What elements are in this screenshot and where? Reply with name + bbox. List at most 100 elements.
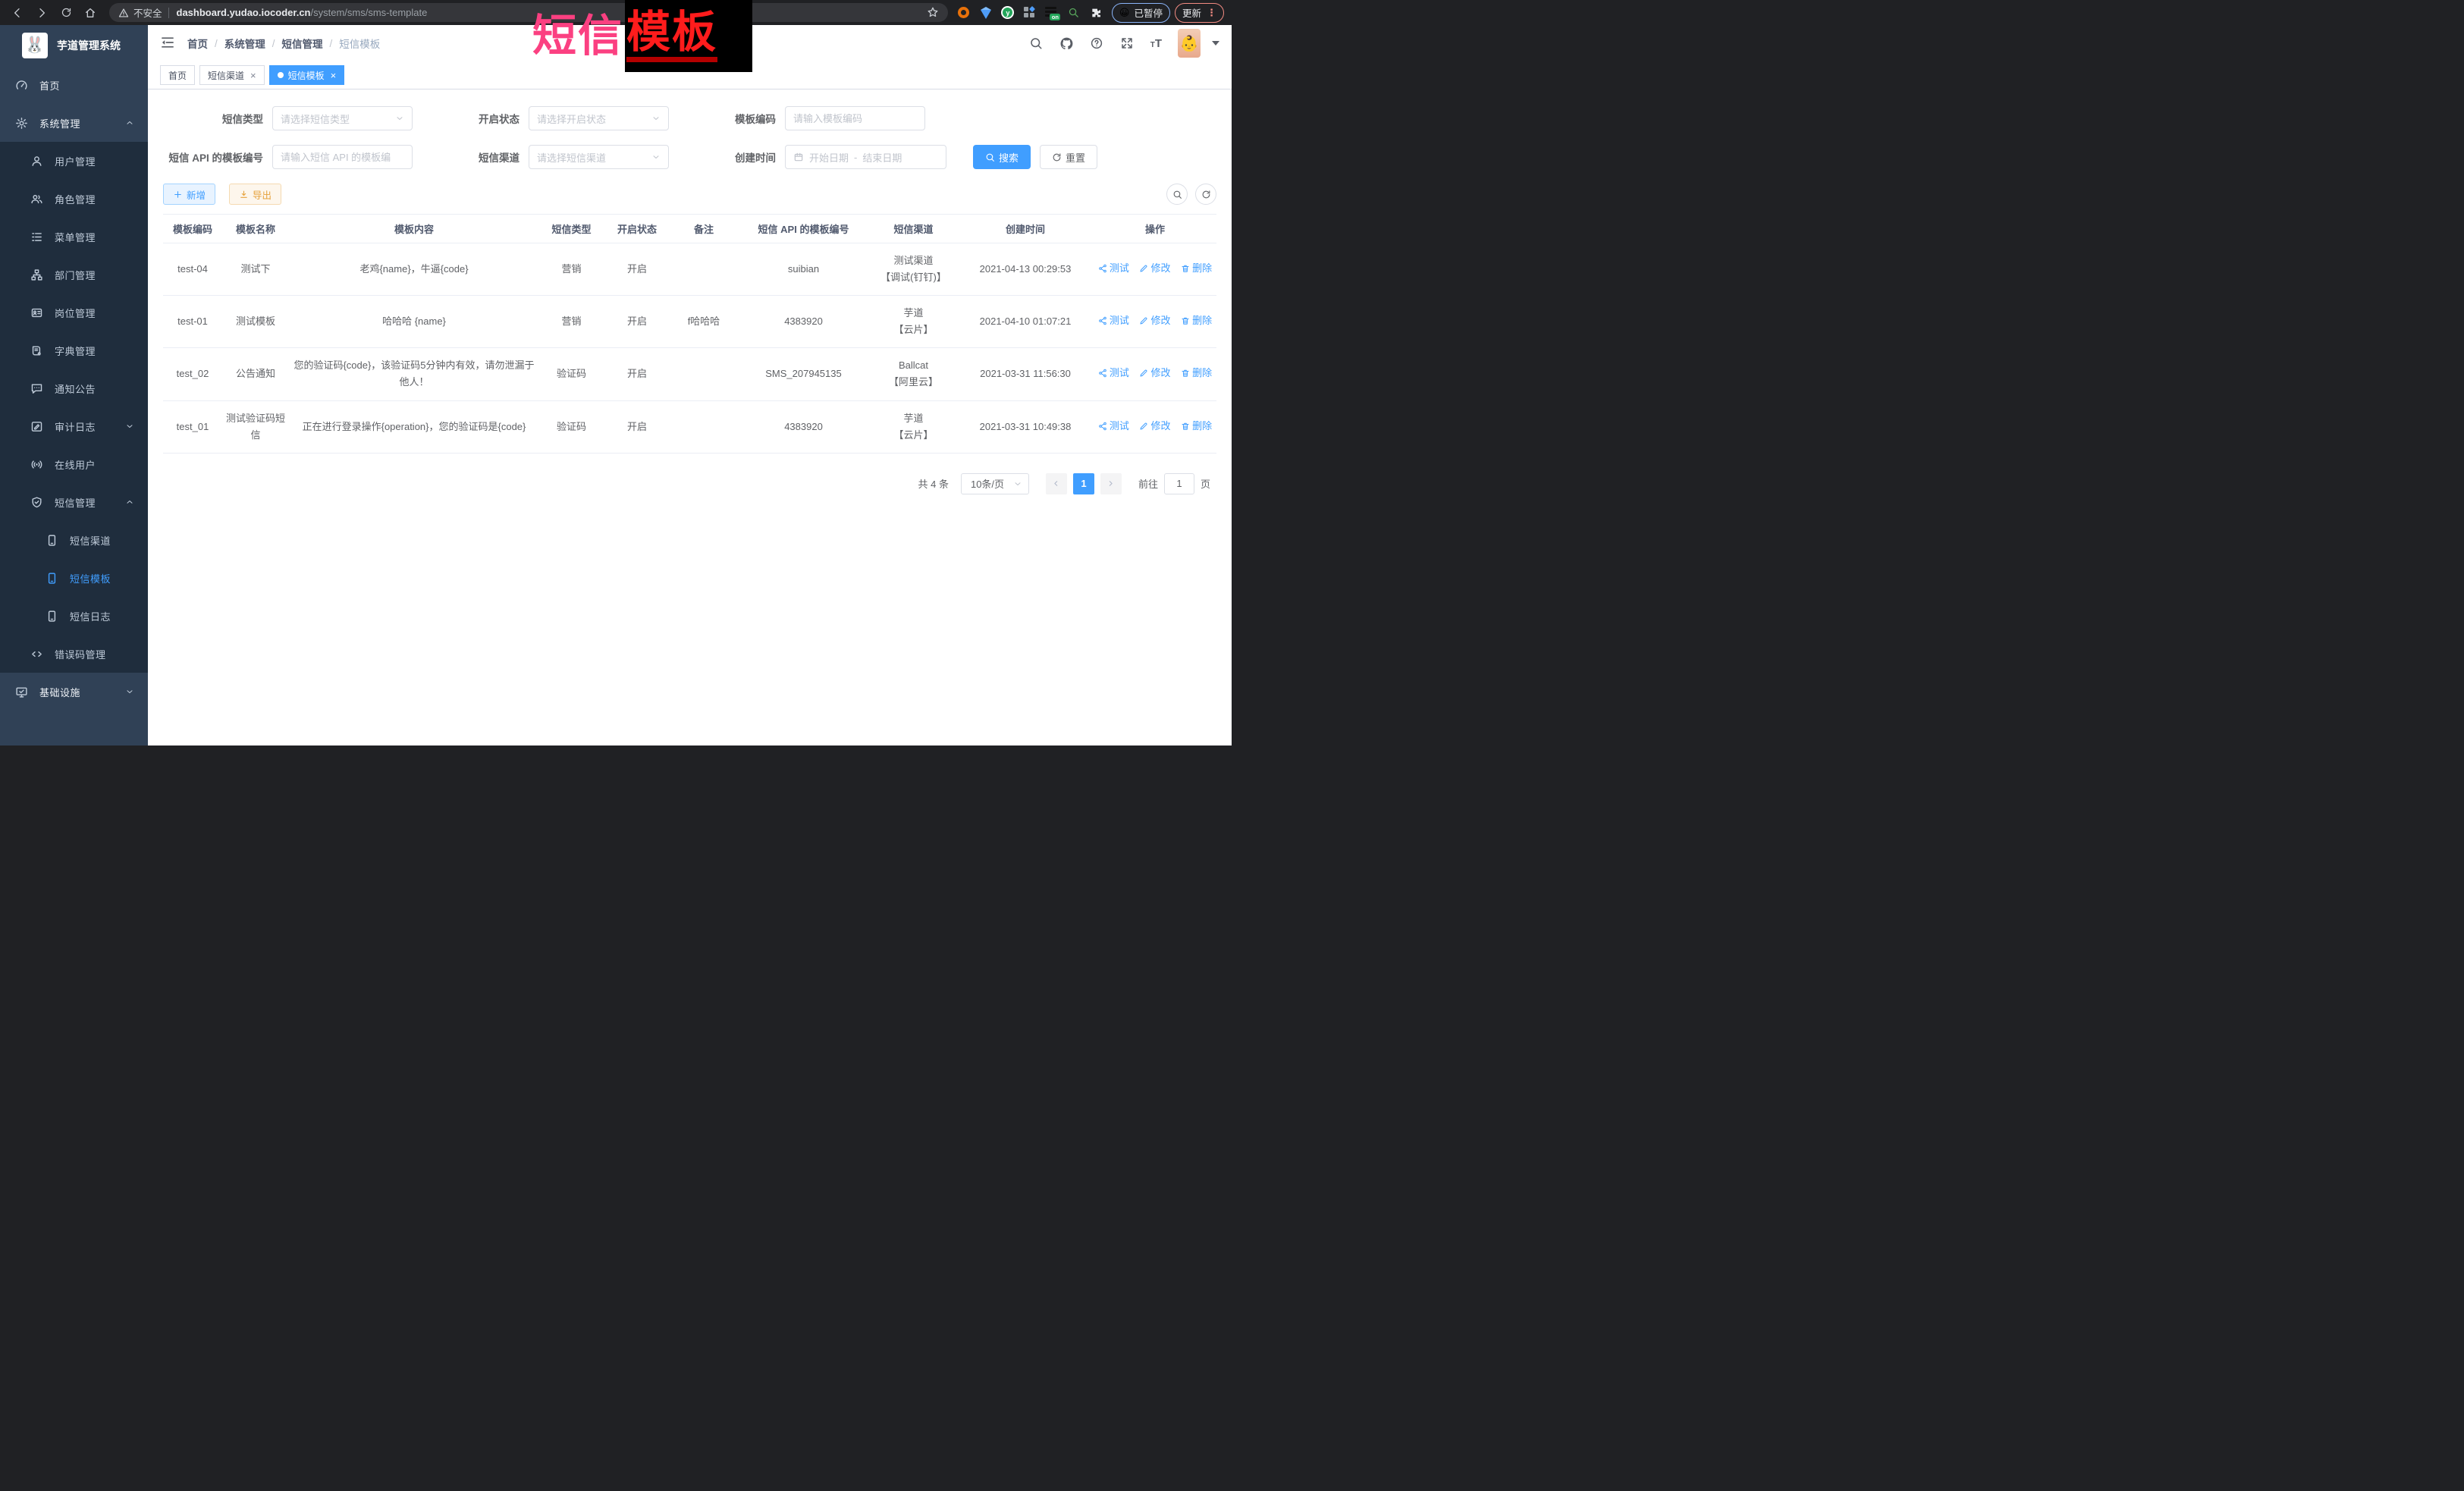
- sidebar-item-role-management[interactable]: 角色管理: [0, 180, 148, 218]
- gear-icon: [15, 117, 28, 130]
- extension-orange-ring-icon[interactable]: [957, 6, 971, 20]
- user-avatar[interactable]: 👶: [1178, 29, 1201, 58]
- prev-page-button[interactable]: [1046, 473, 1067, 494]
- page-goto: 前往 1 页: [1138, 473, 1210, 494]
- browser-menu-dots-icon[interactable]: ⋮: [1207, 7, 1216, 19]
- browser-update-button[interactable]: 更新 ⋮: [1175, 3, 1224, 23]
- edit-link[interactable]: 修改: [1139, 312, 1170, 329]
- phone-icon: [46, 534, 58, 547]
- calendar-icon: [793, 152, 804, 162]
- bookmark-star-icon[interactable]: [927, 6, 939, 20]
- reset-button[interactable]: 重置: [1040, 145, 1097, 169]
- sidebar-item-dept-management[interactable]: 部门管理: [0, 256, 148, 293]
- help-icon[interactable]: [1090, 36, 1104, 51]
- avatar-caret-down-icon[interactable]: [1212, 41, 1219, 46]
- extension-y-icon[interactable]: y: [1001, 6, 1015, 20]
- page-number-1[interactable]: 1: [1073, 473, 1094, 494]
- edit-link[interactable]: 修改: [1139, 365, 1170, 381]
- search-button[interactable]: 搜索: [973, 145, 1031, 169]
- create-time-range-picker[interactable]: 开始日期 - 结束日期: [785, 145, 946, 169]
- breadcrumb-system[interactable]: 系统管理: [224, 36, 265, 51]
- breadcrumb-separator: /: [272, 38, 275, 49]
- refresh-icon: [1052, 152, 1062, 162]
- breadcrumb-home[interactable]: 首页: [187, 36, 208, 51]
- status-select[interactable]: 请选择开启状态: [529, 106, 669, 130]
- profile-paused-pill[interactable]: 😀 已暂停: [1112, 3, 1170, 23]
- delete-link[interactable]: 删除: [1181, 365, 1212, 381]
- tag-close-icon[interactable]: ×: [331, 71, 337, 80]
- sidebar-item-home[interactable]: 首页: [0, 66, 148, 104]
- github-icon[interactable]: [1059, 36, 1074, 51]
- audit-log-icon: [30, 420, 43, 433]
- sidebar-item-errorcode-management[interactable]: 错误码管理: [0, 635, 148, 673]
- sidebar-item-system-management[interactable]: 系统管理: [0, 104, 148, 142]
- sidebar-item-online-users[interactable]: 在线用户: [0, 445, 148, 483]
- font-size-icon[interactable]: TT: [1150, 38, 1162, 49]
- template-code-label: 模板编码: [676, 111, 776, 126]
- fullscreen-icon[interactable]: [1120, 36, 1135, 51]
- sidebar-fold-icon[interactable]: [160, 35, 177, 52]
- breadcrumb-sms[interactable]: 短信管理: [282, 36, 323, 51]
- sidebar-item-dict-management[interactable]: 字典管理: [0, 331, 148, 369]
- delete-link[interactable]: 删除: [1181, 260, 1212, 277]
- col-template-code: 模板编码: [163, 215, 222, 243]
- sms-channel-select[interactable]: 请选择短信渠道: [529, 145, 669, 169]
- table-toolbar: 新增 导出: [163, 184, 1216, 205]
- trash-icon: [1181, 264, 1190, 273]
- sidebar-item-post-management[interactable]: 岗位管理: [0, 293, 148, 331]
- browser-back-button[interactable]: [8, 3, 27, 23]
- url-text: dashboard.yudao.iocoder.cn/system/sms/sm…: [177, 7, 428, 18]
- app-logo[interactable]: 🐰 芋道管理系统: [0, 25, 148, 66]
- sidebar-item-sms-template[interactable]: 短信模板: [0, 559, 148, 597]
- delete-link[interactable]: 删除: [1181, 312, 1212, 329]
- tag-close-icon[interactable]: ×: [250, 71, 256, 80]
- edit-link[interactable]: 修改: [1139, 418, 1170, 435]
- delete-link[interactable]: 删除: [1181, 418, 1212, 435]
- extension-grid-icon[interactable]: [1023, 6, 1037, 20]
- extensions-puzzle-icon[interactable]: [1089, 6, 1103, 20]
- template-code-input[interactable]: [793, 113, 917, 124]
- filter-status: 开启状态 请选择开启状态: [419, 106, 669, 130]
- api-template-id-input[interactable]: [281, 152, 404, 163]
- filter-create-time: 创建时间 开始日期 - 结束日期: [676, 145, 946, 169]
- goto-page-input[interactable]: 1: [1164, 473, 1194, 494]
- next-page-button[interactable]: [1100, 473, 1122, 494]
- paused-label: 已暂停: [1134, 5, 1163, 20]
- sidebar-item-user-management[interactable]: 用户管理: [0, 142, 148, 180]
- tag-sms-template[interactable]: 短信模板×: [269, 65, 345, 85]
- test-link[interactable]: 测试: [1098, 418, 1129, 435]
- filter-sms-channel: 短信渠道 请选择短信渠道: [419, 145, 669, 169]
- sidebar-item-menu-management[interactable]: 菜单管理: [0, 218, 148, 256]
- edit-icon: [1139, 264, 1148, 273]
- main-area: 首页 / 系统管理 / 短信管理 / 短信模板 TT 👶 首页 短信渠道× 短信: [148, 25, 1232, 746]
- sidebar-item-sms-channel[interactable]: 短信渠道: [0, 521, 148, 559]
- sidebar: 🐰 芋道管理系统 首页 系统管理 用户管理 角色管理 菜单管理 部门管理: [0, 25, 148, 746]
- refresh-table-button[interactable]: [1195, 184, 1216, 205]
- browser-reload-button[interactable]: [56, 3, 76, 23]
- extension-gem-icon[interactable]: [979, 6, 993, 20]
- select-caret-icon: [395, 114, 404, 123]
- tag-home[interactable]: 首页: [160, 65, 195, 85]
- sidebar-item-sms-management[interactable]: 短信管理: [0, 483, 148, 521]
- header-search-icon[interactable]: [1029, 36, 1044, 51]
- test-link[interactable]: 测试: [1098, 365, 1129, 381]
- sidebar-item-infrastructure[interactable]: 基础设施: [0, 673, 148, 711]
- add-button[interactable]: 新增: [163, 184, 215, 205]
- sidebar-item-sms-log[interactable]: 短信日志: [0, 597, 148, 635]
- toggle-search-button[interactable]: [1166, 184, 1188, 205]
- api-template-id-label: 短信 API 的模板编号: [163, 149, 263, 165]
- page-size-select[interactable]: 10条/页: [961, 473, 1029, 494]
- edit-link[interactable]: 修改: [1139, 260, 1170, 277]
- sidebar-item-notice[interactable]: 通知公告: [0, 369, 148, 407]
- browser-home-button[interactable]: [80, 3, 100, 23]
- address-bar[interactable]: 不安全 dashboard.yudao.iocoder.cn/system/sm…: [109, 3, 948, 22]
- sms-type-select[interactable]: 请选择短信类型: [272, 106, 413, 130]
- test-link[interactable]: 测试: [1098, 260, 1129, 277]
- browser-forward-button[interactable]: [32, 3, 52, 23]
- extension-magnifier-icon[interactable]: [1067, 6, 1081, 20]
- sidebar-item-audit-log[interactable]: 审计日志: [0, 407, 148, 445]
- export-button[interactable]: 导出: [229, 184, 281, 205]
- tag-sms-channel[interactable]: 短信渠道×: [199, 65, 265, 85]
- extension-onlist-icon[interactable]: on: [1045, 6, 1059, 20]
- test-link[interactable]: 测试: [1098, 312, 1129, 329]
